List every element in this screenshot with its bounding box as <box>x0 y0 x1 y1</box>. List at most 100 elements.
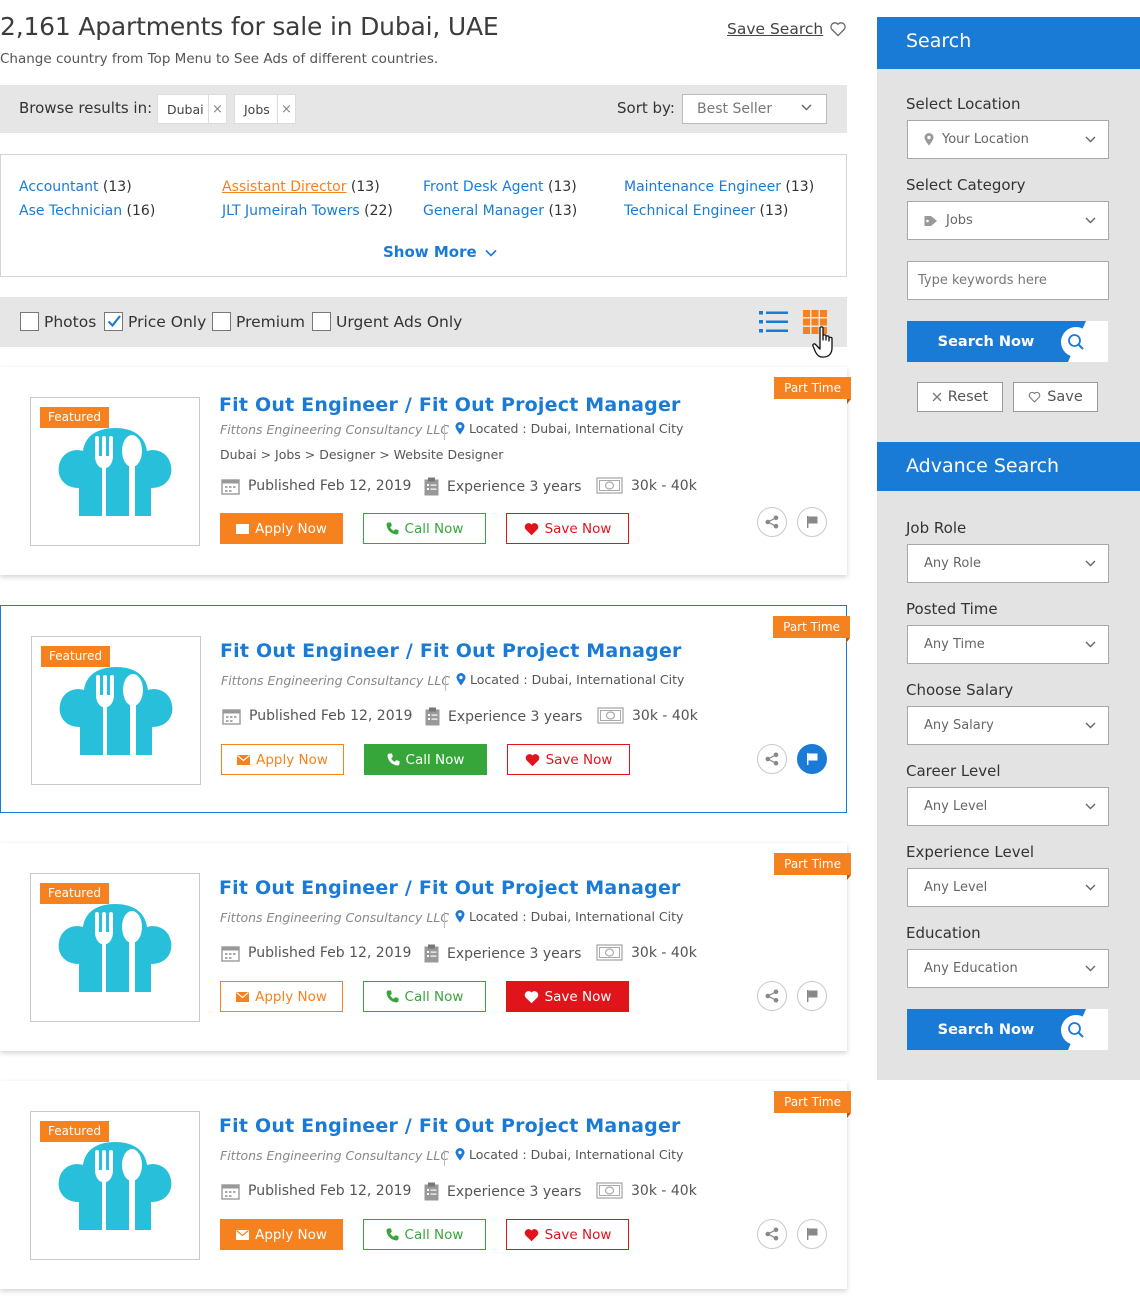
category-item: JLT Jumeirah Towers (22) <box>222 203 393 219</box>
breadcrumb[interactable]: Dubai > Jobs > Designer > Website Design… <box>220 447 503 462</box>
show-more-button[interactable]: Show More <box>383 243 497 261</box>
company-name[interactable]: Fittons Engineering Consultancy LLC <box>220 910 449 925</box>
apply-now-button[interactable]: Apply Now <box>221 744 344 775</box>
checkbox-box[interactable] <box>212 312 231 331</box>
salary: 30k - 40k <box>597 707 698 724</box>
call-label: Call Now <box>404 1226 464 1243</box>
job-role-select[interactable]: Any Role <box>907 544 1109 583</box>
category-link[interactable]: Accountant <box>19 179 98 195</box>
checkbox-label: Price Only <box>128 312 207 331</box>
listing-location: Located : Dubai, International City <box>456 672 684 687</box>
listing-card[interactable]: Featured Part Time Fit Out Engineer / Fi… <box>0 843 851 1051</box>
flag-icon <box>806 753 817 765</box>
listing-card[interactable]: Featured Part Time Fit Out Engineer / Fi… <box>0 605 850 813</box>
location-text: Located : Dubai, International City <box>470 672 685 687</box>
search-icon <box>1061 1015 1091 1045</box>
published-date: Published Feb 12, 2019 <box>222 707 412 725</box>
listing-thumbnail[interactable]: Featured <box>30 873 200 1022</box>
checkbox-box[interactable] <box>104 312 123 331</box>
checkbox-urgent-ads[interactable]: Urgent Ads Only <box>312 312 462 331</box>
sort-select[interactable]: Best Seller <box>682 94 827 124</box>
list-view-icon[interactable] <box>759 310 789 334</box>
salary-select[interactable]: Any Salary <box>907 706 1109 745</box>
close-icon[interactable]: × <box>277 95 295 123</box>
posted-time-label: Posted Time <box>906 600 998 618</box>
share-button[interactable] <box>757 1219 787 1249</box>
save-now-button[interactable]: Save Now <box>507 744 630 775</box>
apply-now-button[interactable]: Apply Now <box>220 981 343 1012</box>
posted-time-select[interactable]: Any Time <box>907 625 1109 664</box>
listing-thumbnail[interactable]: Featured <box>31 636 201 785</box>
category-link[interactable]: Front Desk Agent <box>423 179 544 195</box>
category-value: Jobs <box>946 213 973 228</box>
apply-now-button[interactable]: Apply Now <box>220 513 343 544</box>
checkbox-price-only[interactable]: Price Only <box>104 312 206 331</box>
listing-title[interactable]: Fit Out Engineer / Fit Out Project Manag… <box>219 394 681 416</box>
save-label: Save Now <box>544 988 612 1005</box>
education-select[interactable]: Any Education <box>907 949 1109 988</box>
call-now-button[interactable]: Call Now <box>364 744 487 775</box>
category-link[interactable]: Assistant Director <box>222 179 346 195</box>
category-link[interactable]: Maintenance Engineer <box>624 179 781 195</box>
checkbox-box[interactable] <box>20 312 39 331</box>
report-button[interactable] <box>797 744 827 774</box>
advance-search-now-button[interactable]: Search Now <box>907 1009 1108 1050</box>
report-button[interactable] <box>797 507 827 537</box>
checkbox-box[interactable] <box>312 312 331 331</box>
report-button[interactable] <box>797 1219 827 1249</box>
category-link[interactable]: Technical Engineer <box>624 203 755 219</box>
listing-thumbnail[interactable]: Featured <box>30 1111 200 1260</box>
close-icon[interactable]: × <box>208 95 226 123</box>
category-count: (13) <box>759 203 789 219</box>
report-button[interactable] <box>797 981 827 1011</box>
save-now-button[interactable]: Save Now <box>506 513 629 544</box>
save-now-button[interactable]: Save Now <box>506 981 629 1012</box>
phone-icon <box>386 1228 399 1241</box>
listing-title[interactable]: Fit Out Engineer / Fit Out Project Manag… <box>220 640 682 662</box>
salary-text: 30k - 40k <box>631 477 697 494</box>
call-now-button[interactable]: Call Now <box>363 1219 486 1250</box>
category-count: (13) <box>785 179 815 195</box>
share-button[interactable] <box>757 744 787 774</box>
keywords-input[interactable]: Type keywords here <box>907 261 1109 300</box>
keywords-placeholder: Type keywords here <box>918 273 1047 288</box>
chevron-down-icon <box>1085 560 1096 567</box>
listing-thumbnail[interactable]: Featured <box>30 397 200 546</box>
call-now-button[interactable]: Call Now <box>363 981 486 1012</box>
listing-title[interactable]: Fit Out Engineer / Fit Out Project Manag… <box>219 1115 681 1137</box>
company-name[interactable]: Fittons Engineering Consultancy LLC <box>220 422 449 437</box>
reset-button[interactable]: Reset <box>917 382 1003 412</box>
checkbox-photos[interactable]: Photos <box>20 312 96 331</box>
company-name[interactable]: Fittons Engineering Consultancy LLC <box>220 1148 449 1163</box>
company-name[interactable]: Fittons Engineering Consultancy LLC <box>221 673 450 688</box>
call-now-button[interactable]: Call Now <box>363 513 486 544</box>
experience: Experience 3 years <box>425 707 582 726</box>
category-link[interactable]: Ase Technician <box>19 203 122 219</box>
search-now-label: Search Now <box>937 333 1035 350</box>
save-button[interactable]: Save <box>1013 382 1098 412</box>
category-link[interactable]: General Manager <box>423 203 544 219</box>
apply-now-button[interactable]: Apply Now <box>220 1219 343 1250</box>
food-icon <box>58 428 172 516</box>
salary: 30k - 40k <box>596 477 697 494</box>
listing-card[interactable]: Featured Part Time Fit Out Engineer / Fi… <box>0 367 851 575</box>
checkbox-premium[interactable]: Premium <box>212 312 305 331</box>
share-button[interactable] <box>757 981 787 1011</box>
listing-title[interactable]: Fit Out Engineer / Fit Out Project Manag… <box>219 877 681 899</box>
category-link[interactable]: JLT Jumeirah Towers <box>222 203 360 219</box>
experience: Experience 3 years <box>424 477 581 496</box>
search-now-button[interactable]: Search Now <box>907 321 1108 362</box>
category-select[interactable]: Jobs <box>907 201 1109 240</box>
experience-level-select[interactable]: Any Level <box>907 868 1109 907</box>
share-button[interactable] <box>757 507 787 537</box>
save-now-button[interactable]: Save Now <box>506 1219 629 1250</box>
show-more-label: Show More <box>383 243 477 261</box>
heart-icon <box>524 522 538 535</box>
listing-card[interactable]: Featured Part Time Fit Out Engineer / Fi… <box>0 1081 851 1289</box>
career-level-select[interactable]: Any Level <box>907 787 1109 826</box>
call-label: Call Now <box>404 520 464 537</box>
heart-icon[interactable] <box>829 21 847 37</box>
save-search-link[interactable]: Save Search <box>727 20 823 38</box>
map-pin-icon <box>455 422 465 435</box>
location-select[interactable]: Your Location <box>907 120 1109 159</box>
